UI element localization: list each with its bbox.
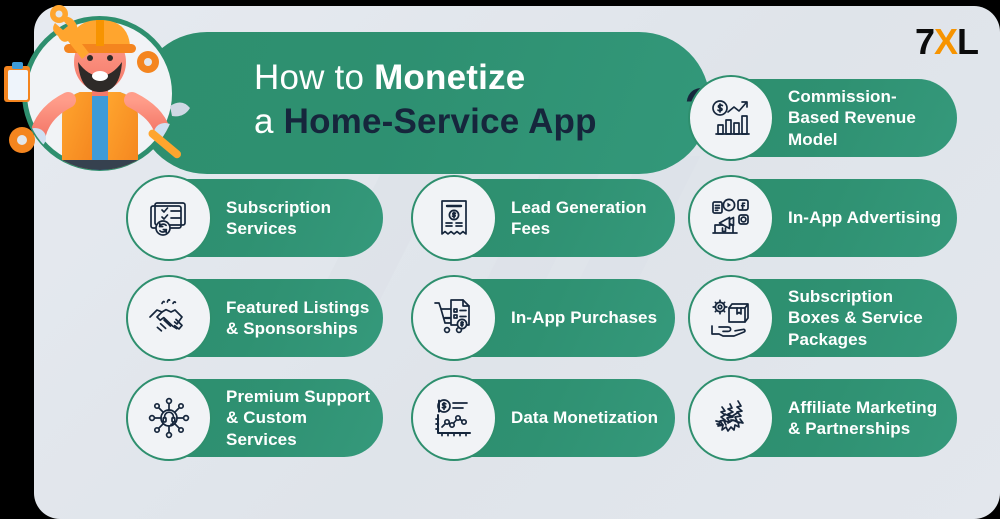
title-line2-thin: a	[254, 102, 284, 141]
gear-icon-1	[9, 127, 35, 153]
card-affiliate-marketing-partnerships[interactable]: Affiliate Marketing & Partnerships	[688, 375, 957, 461]
card-label: In-App Purchases	[511, 308, 658, 328]
affiliate-network-icon	[688, 375, 774, 461]
handyman-illustration	[0, 0, 200, 190]
tool-clipboard-icon	[4, 62, 30, 102]
gear-icon-3	[50, 5, 68, 23]
card-in-app-purchases[interactable]: In-App Purchases	[411, 275, 675, 361]
card-subscription-services[interactable]: Subscription Services	[126, 175, 383, 261]
infographic-page: How to Monetize a Home-Service App ? 7XL…	[0, 0, 1000, 519]
shopping-cart-list-icon	[411, 275, 497, 361]
card-commission-based-revenue-model[interactable]: Commission-Based Revenue Model	[688, 75, 957, 161]
handyman-icon	[4, 5, 190, 170]
card-label: Subscription Boxes & Service Packages	[788, 286, 923, 349]
fee-receipt-icon	[411, 175, 497, 261]
card-label: Affiliate Marketing & Partnerships	[788, 397, 938, 439]
card-label: In-App Advertising	[788, 208, 942, 228]
page-title: How to Monetize a Home-Service App ?	[254, 56, 724, 146]
card-featured-listings-sponsorships[interactable]: Featured Listings & Sponsorships	[126, 275, 383, 361]
support-network-icon	[126, 375, 212, 461]
card-label: Data Monetization	[511, 408, 659, 428]
card-lead-generation-fees[interactable]: Lead Generation Fees	[411, 175, 675, 261]
card-label: Featured Listings & Sponsorships	[226, 297, 370, 339]
card-subscription-boxes-service-packages[interactable]: Subscription Boxes & Service Packages	[688, 275, 957, 361]
card-label: Subscription Services	[226, 197, 332, 239]
card-premium-support-custom-services[interactable]: Premium Support & Custom Services	[126, 375, 383, 461]
card-in-app-advertising[interactable]: In-App Advertising	[688, 175, 957, 261]
data-chart-dollar-icon	[411, 375, 497, 461]
megaphone-ads-icon	[688, 175, 774, 261]
brand-logo[interactable]: 7XL	[914, 21, 979, 62]
card-label: Lead Generation Fees	[511, 197, 647, 239]
title-line1-bold: Monetize	[374, 58, 526, 97]
logo-seven: 7	[914, 21, 935, 62]
logo-l: L	[957, 21, 979, 62]
title-line1-thin: How to	[254, 58, 375, 97]
growth-chart-dollar-icon	[688, 75, 774, 161]
gear-icon-2	[137, 51, 159, 73]
hand-box-gear-icon	[688, 275, 774, 361]
handshake-icon	[126, 275, 212, 361]
card-label: Commission-Based Revenue Model	[788, 86, 916, 149]
title-line2-dark: Home-Service App	[283, 102, 597, 141]
logo-x: X	[933, 21, 958, 62]
header-banner: How to Monetize a Home-Service App ?	[136, 32, 722, 174]
card-data-monetization[interactable]: Data Monetization	[411, 375, 675, 461]
card-label: Premium Support & Custom Services	[226, 386, 371, 449]
